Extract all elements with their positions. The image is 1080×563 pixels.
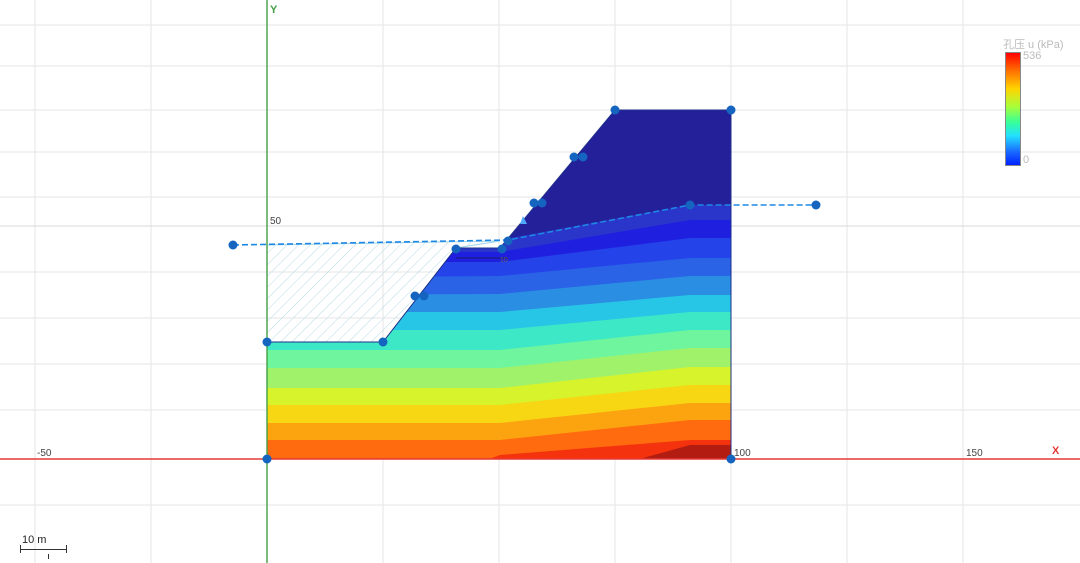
- scale-bar-tick: [48, 554, 49, 559]
- model-canvas[interactable]: X Y -50 100 150 50 10: [0, 0, 1080, 563]
- vertex-point[interactable]: [537, 198, 547, 208]
- annotation-label: 10: [500, 257, 508, 264]
- vertex-point[interactable]: [378, 337, 388, 347]
- vertex-point[interactable]: [451, 244, 461, 254]
- vertex-point[interactable]: [726, 454, 736, 464]
- vertex-point[interactable]: [410, 291, 420, 301]
- scale-bar-line: [20, 549, 66, 550]
- vertex-point[interactable]: [610, 105, 620, 115]
- x-tick-label: 150: [966, 448, 983, 459]
- legend-max-value: 536: [1023, 50, 1042, 62]
- legend-min-value: 0: [1023, 154, 1030, 166]
- legend-colorbar: [1005, 52, 1021, 166]
- vertex-point[interactable]: [503, 236, 513, 246]
- vertex-point[interactable]: [726, 105, 736, 115]
- water-table-point[interactable]: [228, 240, 238, 250]
- water-table-point[interactable]: [685, 200, 695, 210]
- scale-bar-tick: [66, 545, 67, 553]
- x-axis-name: X: [1052, 445, 1060, 457]
- y-axis-name: Y: [270, 4, 278, 16]
- x-tick-label: -50: [37, 448, 52, 459]
- scale-bar-tick: [20, 545, 21, 553]
- vertex-point[interactable]: [578, 152, 588, 162]
- y-tick-label: 50: [270, 216, 282, 227]
- x-tick-label: 100: [734, 448, 751, 459]
- vertex-point[interactable]: [497, 244, 507, 254]
- color-legend: 孔压 u (kPa) 536 0: [995, 36, 1080, 176]
- scale-bar-label: 10 m: [22, 534, 47, 546]
- vertex-point[interactable]: [529, 198, 539, 208]
- scale-bar: 10 m: [20, 534, 80, 560]
- vertex-point[interactable]: [419, 291, 429, 301]
- water-table-point[interactable]: [811, 200, 821, 210]
- vertex-point[interactable]: [569, 152, 579, 162]
- vertex-point[interactable]: [262, 454, 272, 464]
- vertex-point[interactable]: [262, 337, 272, 347]
